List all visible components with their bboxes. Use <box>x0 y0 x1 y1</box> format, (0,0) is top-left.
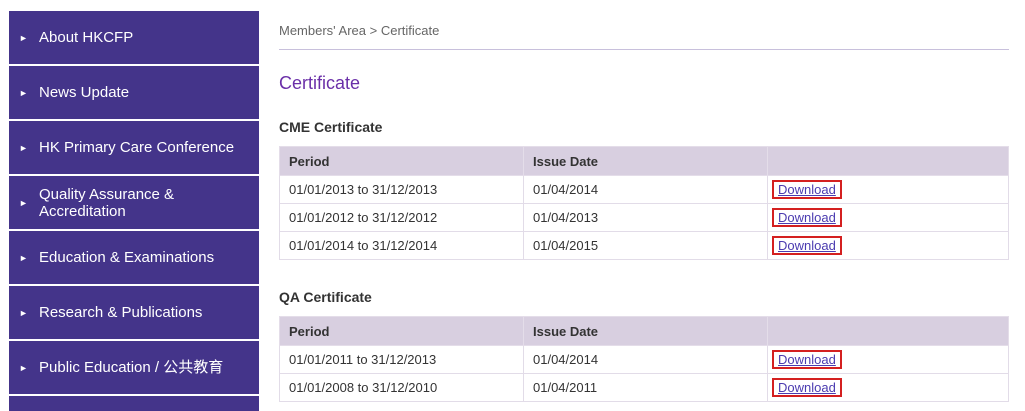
sidebar-item-conference[interactable]: ► HK Primary Care Conference <box>9 121 259 174</box>
cme-section-heading: CME Certificate <box>279 119 383 135</box>
action-cell: Download <box>767 203 1009 232</box>
period-cell: 01/01/2013 to 31/12/2013 <box>279 175 524 204</box>
divider <box>279 49 1009 50</box>
issue-date-cell: 01/04/2014 <box>523 345 768 374</box>
arrow-right-icon: ► <box>19 87 28 98</box>
table-row: 01/01/2014 to 31/12/2014 01/04/2015 Down… <box>279 231 1009 260</box>
sidebar-item-label: Education & Examinations <box>39 249 215 266</box>
sidebar-item-quality-assurance[interactable]: ► Quality Assurance & Accreditation <box>9 176 259 229</box>
column-header-period: Period <box>279 316 524 346</box>
sidebar-item-label: Research & Publications <box>39 304 203 321</box>
sidebar-item-education[interactable]: ► Education & Examinations <box>9 231 259 284</box>
download-link[interactable]: Download <box>772 350 842 369</box>
sidebar-item-next[interactable] <box>9 396 259 411</box>
arrow-right-icon: ► <box>19 362 28 373</box>
page-title: Certificate <box>279 73 361 93</box>
sidebar-item-label: About HKCFP <box>39 29 134 46</box>
arrow-right-icon: ► <box>19 197 28 208</box>
download-link[interactable]: Download <box>772 208 842 227</box>
arrow-right-icon: ► <box>19 32 28 43</box>
issue-date-cell: 01/04/2013 <box>523 203 768 232</box>
sidebar-item-label: News Update <box>39 84 130 101</box>
sidebar-item-label: Quality Assurance & Accreditation <box>39 185 175 220</box>
sidebar-item-news[interactable]: ► News Update <box>9 66 259 119</box>
table-header-row: Period Issue Date <box>279 316 1009 346</box>
sidebar-item-about[interactable]: ► About HKCFP <box>9 11 259 64</box>
table-header-row: Period Issue Date <box>279 146 1009 176</box>
column-header-issue-date: Issue Date <box>523 316 768 346</box>
action-cell: Download <box>767 175 1009 204</box>
column-header-period: Period <box>279 146 524 176</box>
table-row: 01/01/2008 to 31/12/2010 01/04/2011 Down… <box>279 373 1009 402</box>
issue-date-cell: 01/04/2015 <box>523 231 768 260</box>
sidebar-nav: ► About HKCFP ► News Update ► HK Primary… <box>9 11 259 411</box>
period-cell: 01/01/2011 to 31/12/2013 <box>279 345 524 374</box>
period-cell: 01/01/2012 to 31/12/2012 <box>279 203 524 232</box>
action-cell: Download <box>767 373 1009 402</box>
breadcrumb: Members' Area > Certificate <box>279 23 440 38</box>
table-row: 01/01/2012 to 31/12/2012 01/04/2013 Down… <box>279 203 1009 232</box>
action-cell: Download <box>767 345 1009 374</box>
sidebar-item-label: HK Primary Care Conference <box>39 139 235 156</box>
download-link[interactable]: Download <box>772 180 842 199</box>
sidebar-item-label: Public Education / 公共教育 <box>39 359 224 376</box>
period-cell: 01/01/2014 to 31/12/2014 <box>279 231 524 260</box>
download-link[interactable]: Download <box>772 236 842 255</box>
sidebar-item-public-education[interactable]: ► Public Education / 公共教育 <box>9 341 259 394</box>
column-header-action <box>767 316 1009 346</box>
table-row: 01/01/2013 to 31/12/2013 01/04/2014 Down… <box>279 175 1009 204</box>
column-header-action <box>767 146 1009 176</box>
download-link[interactable]: Download <box>772 378 842 397</box>
action-cell: Download <box>767 231 1009 260</box>
column-header-issue-date: Issue Date <box>523 146 768 176</box>
table-row: 01/01/2011 to 31/12/2013 01/04/2014 Down… <box>279 345 1009 374</box>
issue-date-cell: 01/04/2014 <box>523 175 768 204</box>
period-cell: 01/01/2008 to 31/12/2010 <box>279 373 524 402</box>
qa-certificate-table: Period Issue Date 01/01/2011 to 31/12/20… <box>279 316 1009 402</box>
arrow-right-icon: ► <box>19 307 28 318</box>
arrow-right-icon: ► <box>19 252 28 263</box>
cme-certificate-table: Period Issue Date 01/01/2013 to 31/12/20… <box>279 146 1009 260</box>
issue-date-cell: 01/04/2011 <box>523 373 768 402</box>
qa-section-heading: QA Certificate <box>279 289 372 305</box>
main-content: Members' Area > Certificate Certificate … <box>279 0 1009 411</box>
sidebar-item-research[interactable]: ► Research & Publications <box>9 286 259 339</box>
arrow-right-icon: ► <box>19 142 28 153</box>
